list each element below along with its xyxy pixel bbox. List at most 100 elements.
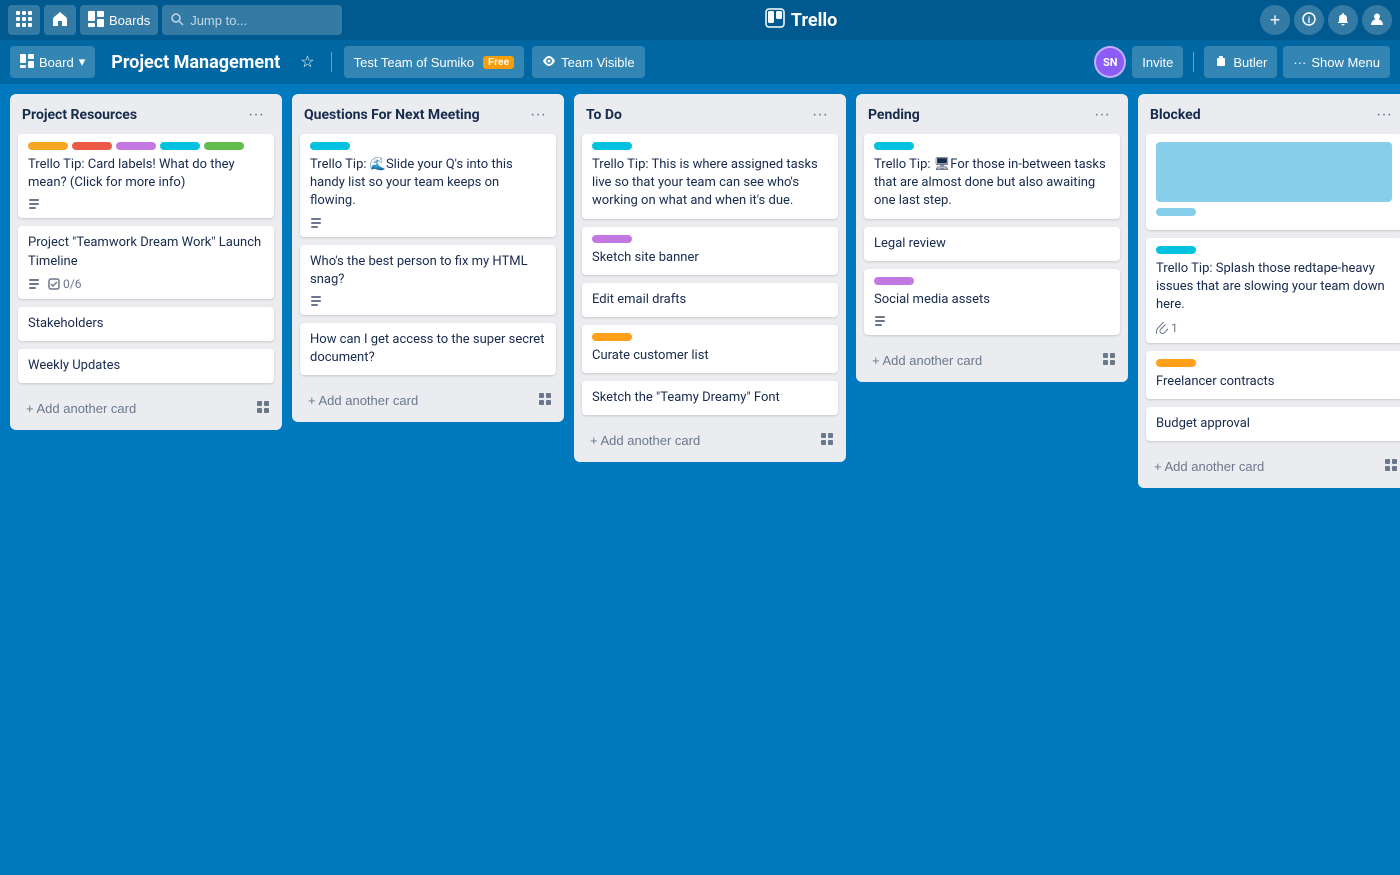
card[interactable]: Curate customer list [582,325,838,373]
plus-icon: + [1270,10,1281,31]
add-card-area: + Add another card [292,383,564,422]
svg-text:i: i [1308,15,1311,25]
card-text: Edit email drafts [592,291,828,309]
checklist-badge: 0/6 [48,277,81,291]
label-purple [116,142,156,150]
card[interactable]: Sketch site banner [582,227,838,275]
card[interactable]: Project "Teamwork Dream Work" Launch Tim… [18,226,274,298]
card[interactable]: Trello Tip: Splash those redtape-heavy i… [1146,238,1400,343]
card-labels [592,333,828,341]
search-input[interactable] [190,13,320,28]
card-labels [874,277,1110,285]
list-menu-button[interactable]: ··· [1088,104,1116,126]
card-text: Curate customer list [592,347,828,365]
add-card-button[interactable]: + Add another card [1146,453,1380,480]
label-orange [592,333,632,341]
card-text: Trello Tip: Splash those redtape-heavy i… [1156,260,1392,315]
card-footer [310,217,546,229]
template-button[interactable] [252,396,274,421]
team-button[interactable]: Test Team of Sumiko Free [344,46,525,78]
info-button[interactable]: i [1294,5,1324,35]
info-icon: i [1302,12,1316,29]
butler-icon [1214,54,1228,71]
add-card-area: + Add another card [574,423,846,462]
card[interactable] [1146,134,1400,230]
list-blocked: Blocked···Trello Tip: Splash those redta… [1138,94,1400,488]
card[interactable]: Trello Tip: This is where assigned tasks… [582,134,838,219]
star-button[interactable]: ☆ [296,46,318,78]
list-header: To Do··· [574,94,846,134]
card-labels [592,235,828,243]
list-header: Pending··· [856,94,1128,134]
card[interactable]: Trello Tip: 🖥For those in-between tasks … [864,134,1120,219]
free-badge: Free [483,56,514,69]
label-cyan [310,142,350,150]
chevron-down-icon: ▾ [79,54,86,70]
template-button[interactable] [1098,348,1120,373]
add-card-button[interactable]: + Add another card [582,427,816,454]
description-badge [28,198,40,210]
board-header: Board ▾ Project Management ☆ Test Team o… [0,40,1400,84]
butler-button[interactable]: Butler [1204,46,1277,78]
attachment-badge: 1 [1156,321,1178,335]
show-menu-button[interactable]: ··· Show Menu [1283,46,1390,78]
card-footer [310,295,546,307]
add-card-button[interactable]: + Add another card [18,395,252,422]
card[interactable]: Sketch the "Teamy Dreamy" Font [582,381,838,415]
search-bar[interactable] [162,5,342,35]
card[interactable]: Trello Tip: 🌊Slide your Q's into this ha… [300,134,556,237]
add-button[interactable]: + [1260,5,1290,35]
boards-label: Boards [109,13,150,28]
card-labels [1156,359,1392,367]
card[interactable]: Trello Tip: Card labels! What do they me… [18,134,274,218]
board-title[interactable]: Project Management [103,48,288,77]
add-card-area: + Add another card [10,391,282,430]
description-badge [874,315,886,327]
card[interactable]: Legal review [864,227,1120,261]
notifications-button[interactable] [1328,5,1358,35]
list-cards: Trello Tip: Splash those redtape-heavy i… [1138,134,1400,449]
template-button[interactable] [1380,454,1400,479]
add-card-button[interactable]: + Add another card [300,387,534,414]
card-text: Trello Tip: 🌊Slide your Q's into this ha… [310,156,546,211]
search-icon [170,11,184,30]
template-button[interactable] [534,388,556,413]
avatar[interactable]: SN [1094,46,1126,78]
add-card-button[interactable]: + Add another card [864,347,1098,374]
label-green [204,142,244,150]
visibility-button[interactable]: Team Visible [532,46,644,78]
card[interactable]: Who's the best person to fix my HTML sna… [300,245,556,315]
home-icon [52,11,68,30]
list-title: Project Resources [22,107,137,123]
grid-menu-button[interactable] [8,5,40,35]
home-button[interactable] [44,5,76,35]
add-card-area: + Add another card [856,343,1128,382]
card[interactable]: How can I get access to the super secret… [300,323,556,375]
list-menu-button[interactable]: ··· [1370,104,1398,126]
boards-icon [88,11,104,30]
invite-label: Invite [1142,55,1173,70]
label-cyan [874,142,914,150]
boards-button[interactable]: Boards [80,5,158,35]
list-menu-button[interactable]: ··· [524,104,552,126]
card-text: Trello Tip: 🖥For those in-between tasks … [874,156,1110,211]
card-text: Trello Tip: This is where assigned tasks… [592,156,828,211]
board-view-button[interactable]: Board ▾ [10,46,95,78]
card[interactable]: Edit email drafts [582,283,838,317]
card-labels [1156,246,1392,254]
card-labels [310,142,546,150]
profile-button[interactable] [1362,5,1392,35]
list-menu-button[interactable]: ··· [242,104,270,126]
card[interactable]: Weekly Updates [18,349,274,383]
app-title-area: Trello [346,8,1256,32]
card[interactable]: Stakeholders [18,307,274,341]
card-text: Who's the best person to fix my HTML sna… [310,253,546,289]
card[interactable]: Budget approval [1146,407,1400,441]
invite-button[interactable]: Invite [1132,46,1183,78]
list-menu-button[interactable]: ··· [806,104,834,126]
template-button[interactable] [816,428,838,453]
card[interactable]: Freelancer contracts [1146,351,1400,399]
card-footer: 0/6 [28,277,264,291]
card[interactable]: Social media assets [864,269,1120,335]
label-orange [1156,359,1196,367]
